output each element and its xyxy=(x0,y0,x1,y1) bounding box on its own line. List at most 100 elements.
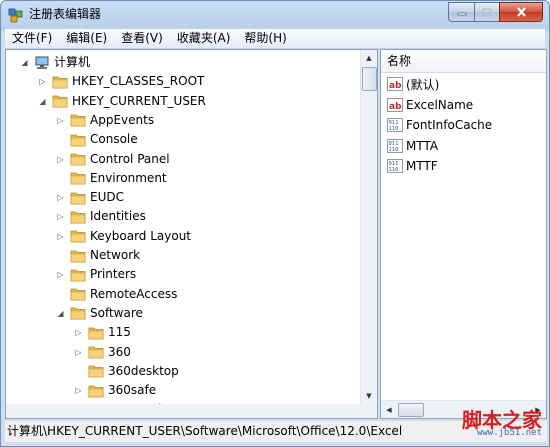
tree-node[interactable]: ▷ Printers xyxy=(56,265,136,284)
value-name: FontInfoCache xyxy=(406,118,493,132)
tree-node-label: RemoteAccess xyxy=(90,286,178,301)
svg-text:110: 110 xyxy=(389,126,399,132)
value-row[interactable]: 011 110 MTTA xyxy=(387,136,438,156)
binary-value-icon: 011 110 xyxy=(387,138,403,153)
horizontal-scroll-thumb[interactable] xyxy=(398,403,424,417)
tree-node-label: Printers xyxy=(90,267,137,282)
menu-favorites[interactable]: 收藏夹(A) xyxy=(170,29,238,48)
status-path: 计算机\HKEY_CURRENT_USER\Software\Microsoft… xyxy=(7,424,403,438)
tree-node[interactable]: Network xyxy=(56,246,140,265)
folder-icon xyxy=(88,326,104,340)
maximize-icon xyxy=(482,7,492,17)
tree-node-label: 360safe xyxy=(108,383,157,398)
menu-view[interactable]: 查看(V) xyxy=(114,29,170,48)
scroll-left-arrow-icon[interactable]: ◀ xyxy=(381,401,397,418)
scroll-down-arrow-icon[interactable]: ▼ xyxy=(361,388,377,404)
expand-arrow-icon[interactable]: ▷ xyxy=(56,232,65,241)
scrollbar-corner xyxy=(361,404,377,418)
tree-node-label: 计算机 xyxy=(54,55,91,69)
tree-node[interactable]: ▷ Keyboard Layout xyxy=(56,227,191,246)
value-row[interactable]: ab (默认) xyxy=(387,74,439,94)
tree-node[interactable]: ◢ 计算机 xyxy=(20,53,90,72)
folder-icon xyxy=(70,171,86,185)
string-value-icon: ab xyxy=(387,97,403,112)
scroll-thumb[interactable] xyxy=(362,67,377,91)
folder-icon xyxy=(70,152,86,166)
expand-arrow-icon[interactable]: ▷ xyxy=(56,212,65,221)
value-name: (默认) xyxy=(406,77,440,92)
tree-node-label: HKEY_CURRENT_USER xyxy=(72,93,206,108)
value-name: MTTF xyxy=(406,159,438,173)
folder-icon xyxy=(70,287,86,301)
tree-node-label: AppEvents xyxy=(90,112,155,127)
folder-icon xyxy=(70,191,86,205)
maximize-button[interactable] xyxy=(474,2,499,22)
tree-node[interactable]: ▷ EUDC xyxy=(56,188,124,207)
tree-node[interactable]: ◢ Software xyxy=(56,304,142,323)
minimize-button[interactable] xyxy=(448,2,474,22)
tree-node-label: 360desktop xyxy=(108,363,179,378)
tree-node-label: EUDC xyxy=(90,190,124,205)
menu-file[interactable]: 文件(F) xyxy=(5,29,59,48)
tree-vertical-scrollbar[interactable]: ▲ ▼ xyxy=(360,50,377,404)
close-button[interactable] xyxy=(499,2,543,22)
tree-node[interactable]: ▷ HKEY_CLASSES_ROOT xyxy=(38,72,204,91)
folder-icon xyxy=(70,210,86,224)
folder-icon xyxy=(52,75,68,89)
tree-node-label: 115 xyxy=(108,325,131,340)
tree-node-label: HKEY_CLASSES_ROOT xyxy=(72,74,205,89)
folder-icon xyxy=(70,229,86,243)
title-bar[interactable]: 注册表编辑器 xyxy=(1,1,549,29)
menu-edit[interactable]: 编辑(E) xyxy=(59,29,114,48)
folder-icon xyxy=(88,345,104,359)
watermark-url: www.jb51.net xyxy=(476,428,542,438)
column-header-name[interactable]: 名称 xyxy=(381,50,546,73)
collapse-arrow-icon[interactable]: ◢ xyxy=(38,97,47,106)
tree-node-label: Keyboard Layout xyxy=(90,228,192,243)
tree-node[interactable]: ▷ 360 xyxy=(74,343,131,362)
expand-arrow-icon[interactable]: ▷ xyxy=(74,328,83,337)
tree-node[interactable]: ◢ HKEY_CURRENT_USER xyxy=(38,92,206,111)
tree-node[interactable]: ▷ Identities xyxy=(56,207,146,226)
key-tree-pane: ◢ 计算机 ▷ HKEY_CLASSES_ROOT ◢ HKEY_CURRENT_USER… xyxy=(5,49,378,419)
minimize-icon xyxy=(457,12,466,16)
folder-icon xyxy=(70,133,86,147)
svg-text:110: 110 xyxy=(389,167,399,173)
value-row[interactable]: ab ExcelName xyxy=(387,95,473,115)
value-name: MTTA xyxy=(406,138,439,153)
tree-node-label: Identities xyxy=(90,209,146,224)
scroll-up-arrow-icon[interactable]: ▲ xyxy=(361,50,377,66)
value-row[interactable]: 011 110 MTTF xyxy=(387,156,438,176)
expand-arrow-icon[interactable]: ▷ xyxy=(56,116,65,125)
tree-node-label: Environment xyxy=(90,170,167,185)
expand-arrow-icon[interactable]: ▷ xyxy=(56,155,65,164)
tree-node[interactable]: ▷ AppEvents xyxy=(56,111,154,130)
collapse-arrow-icon[interactable]: ◢ xyxy=(20,58,29,67)
tree-node[interactable]: Console xyxy=(56,130,138,149)
expand-arrow-icon[interactable]: ▷ xyxy=(56,193,65,202)
expand-arrow-icon[interactable]: ▷ xyxy=(38,77,47,86)
tree-node[interactable]: 360desktop xyxy=(74,362,179,381)
expand-arrow-icon[interactable]: ▷ xyxy=(74,386,83,395)
tree-node[interactable]: ▷ Control Panel xyxy=(56,150,169,169)
tree-horizontal-scrollbar[interactable] xyxy=(6,404,361,418)
folder-icon xyxy=(52,94,68,108)
menu-help[interactable]: 帮助(H) xyxy=(237,29,293,48)
tree-node[interactable]: RemoteAccess xyxy=(56,285,177,304)
tree-node-label: 360 xyxy=(108,344,131,359)
value-row[interactable]: 011 110 FontInfoCache xyxy=(387,115,492,135)
tree-node[interactable]: ▷ 360safe xyxy=(74,381,156,400)
site-watermark: 脚本之家 www.jb51.net xyxy=(434,404,544,442)
folder-icon xyxy=(88,384,104,398)
tree-node[interactable]: Environment xyxy=(56,169,167,188)
tree-node[interactable]: ▷ 115 xyxy=(74,323,131,342)
expand-arrow-icon[interactable]: ▷ xyxy=(74,348,83,357)
expand-arrow-icon[interactable]: ▷ xyxy=(56,270,65,279)
collapse-arrow-icon[interactable]: ◢ xyxy=(56,309,65,318)
string-value-icon: ab xyxy=(387,77,403,91)
menu-bar: 文件(F) 编辑(E) 查看(V) 收藏夹(A) 帮助(H) xyxy=(5,29,545,49)
registry-editor-window: 注册表编辑器 文件(F) 编辑(E) 查看(V) 收藏夹(A) 帮助(H) ◢ 计… xyxy=(0,0,550,447)
